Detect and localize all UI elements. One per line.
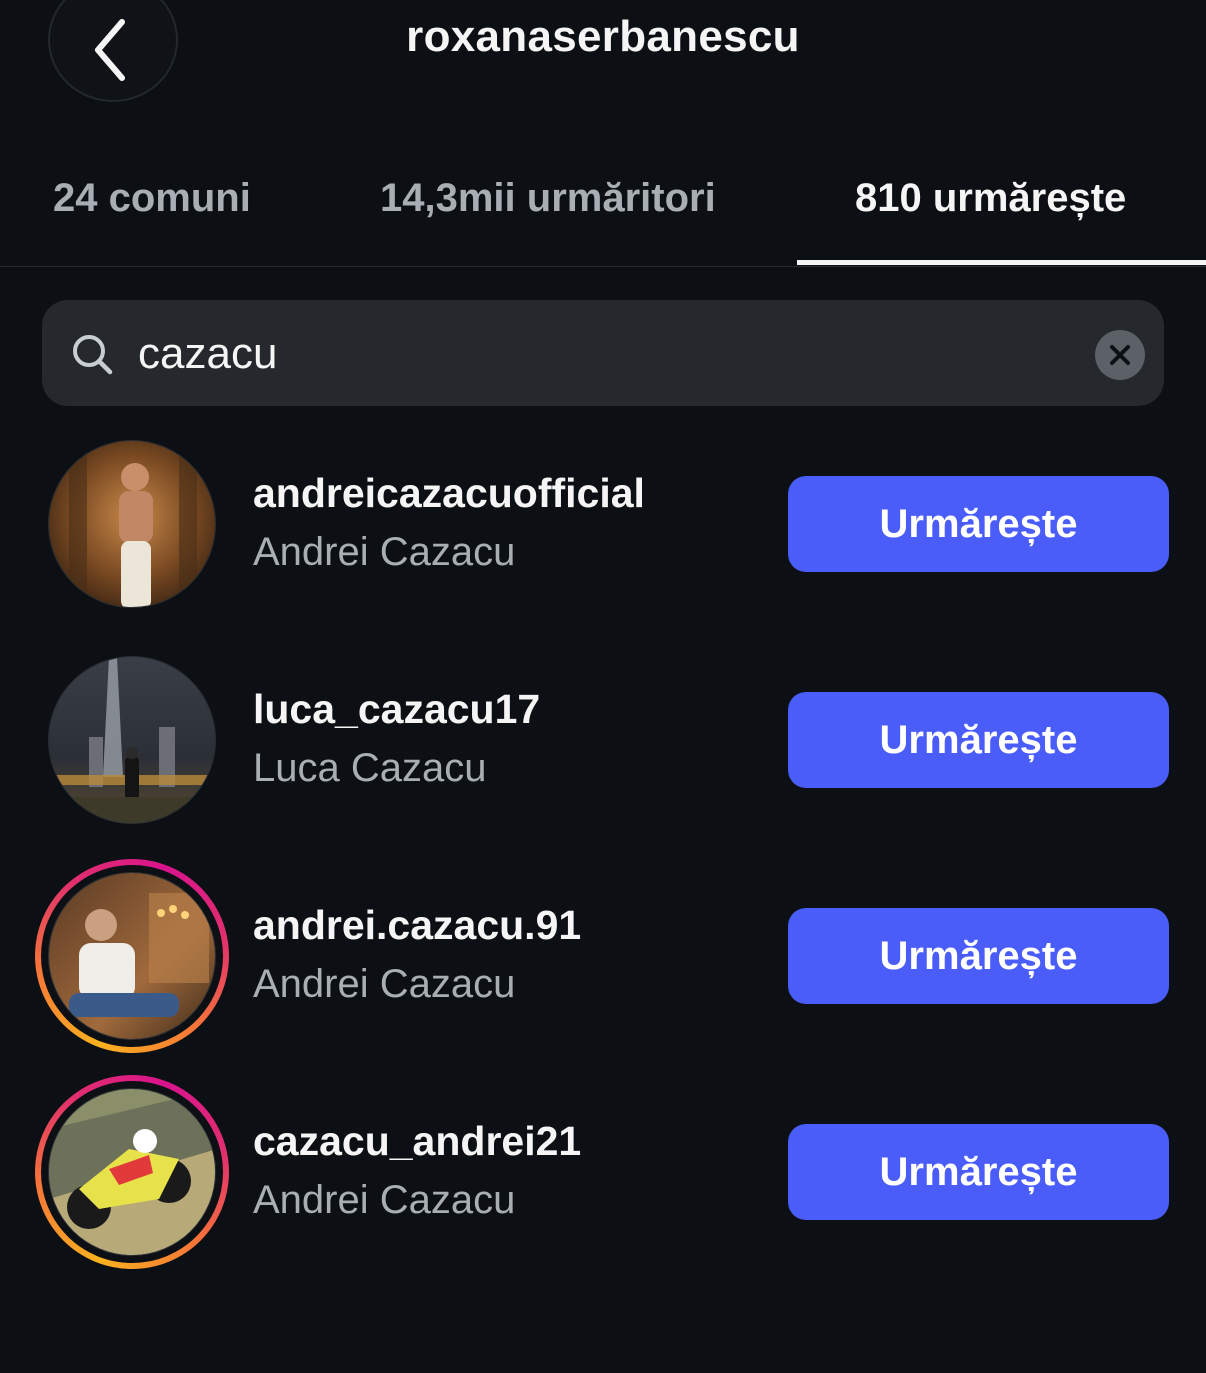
full-name: Andrei Cazacu <box>253 1178 516 1222</box>
search-input[interactable] <box>138 318 1058 390</box>
username: andrei.cazacu.91 <box>253 902 582 948</box>
search-icon <box>73 335 113 375</box>
header: roxanaserbanescu <box>0 0 1206 120</box>
full-name: Luca Cazacu <box>253 746 487 790</box>
clear-search-button[interactable] <box>1095 330 1145 380</box>
tab-following[interactable]: 810 urmărește <box>855 176 1126 221</box>
list-item[interactable]: andrei.cazacu.91 Andrei Cazacu Urmărește <box>0 859 1206 1072</box>
tab-mutual[interactable]: 24 comuni <box>53 176 251 221</box>
list-item[interactable]: andreicazacuofficial Andrei Cazacu Urmăr… <box>0 440 1206 640</box>
follow-button[interactable]: Urmărește <box>788 908 1169 1004</box>
avatar[interactable] <box>48 656 216 824</box>
follow-button[interactable]: Urmărește <box>788 476 1169 572</box>
avatar[interactable] <box>48 1088 216 1256</box>
page-title: roxanaserbanescu <box>406 12 800 61</box>
follow-button[interactable]: Urmărește <box>788 1124 1169 1220</box>
list-item[interactable]: luca_cazacu17 Luca Cazacu Urmărește <box>0 656 1206 856</box>
username: cazacu_andrei21 <box>253 1118 582 1164</box>
avatar[interactable] <box>48 440 216 608</box>
active-tab-indicator <box>797 260 1206 265</box>
avatar[interactable] <box>48 872 216 1040</box>
list-item[interactable]: cazacu_andrei21 Andrei Cazacu Urmărește <box>0 1075 1206 1288</box>
username: luca_cazacu17 <box>253 686 541 732</box>
follow-button[interactable]: Urmărește <box>788 692 1169 788</box>
full-name: Andrei Cazacu <box>253 962 516 1006</box>
tab-followers[interactable]: 14,3mii urmăritori <box>380 176 716 221</box>
username: andreicazacuofficial <box>253 470 645 516</box>
tab-bar: 24 comuni 14,3mii urmăritori 810 urmăreș… <box>0 150 1206 267</box>
close-icon <box>1110 345 1130 365</box>
full-name: Andrei Cazacu <box>253 530 516 574</box>
